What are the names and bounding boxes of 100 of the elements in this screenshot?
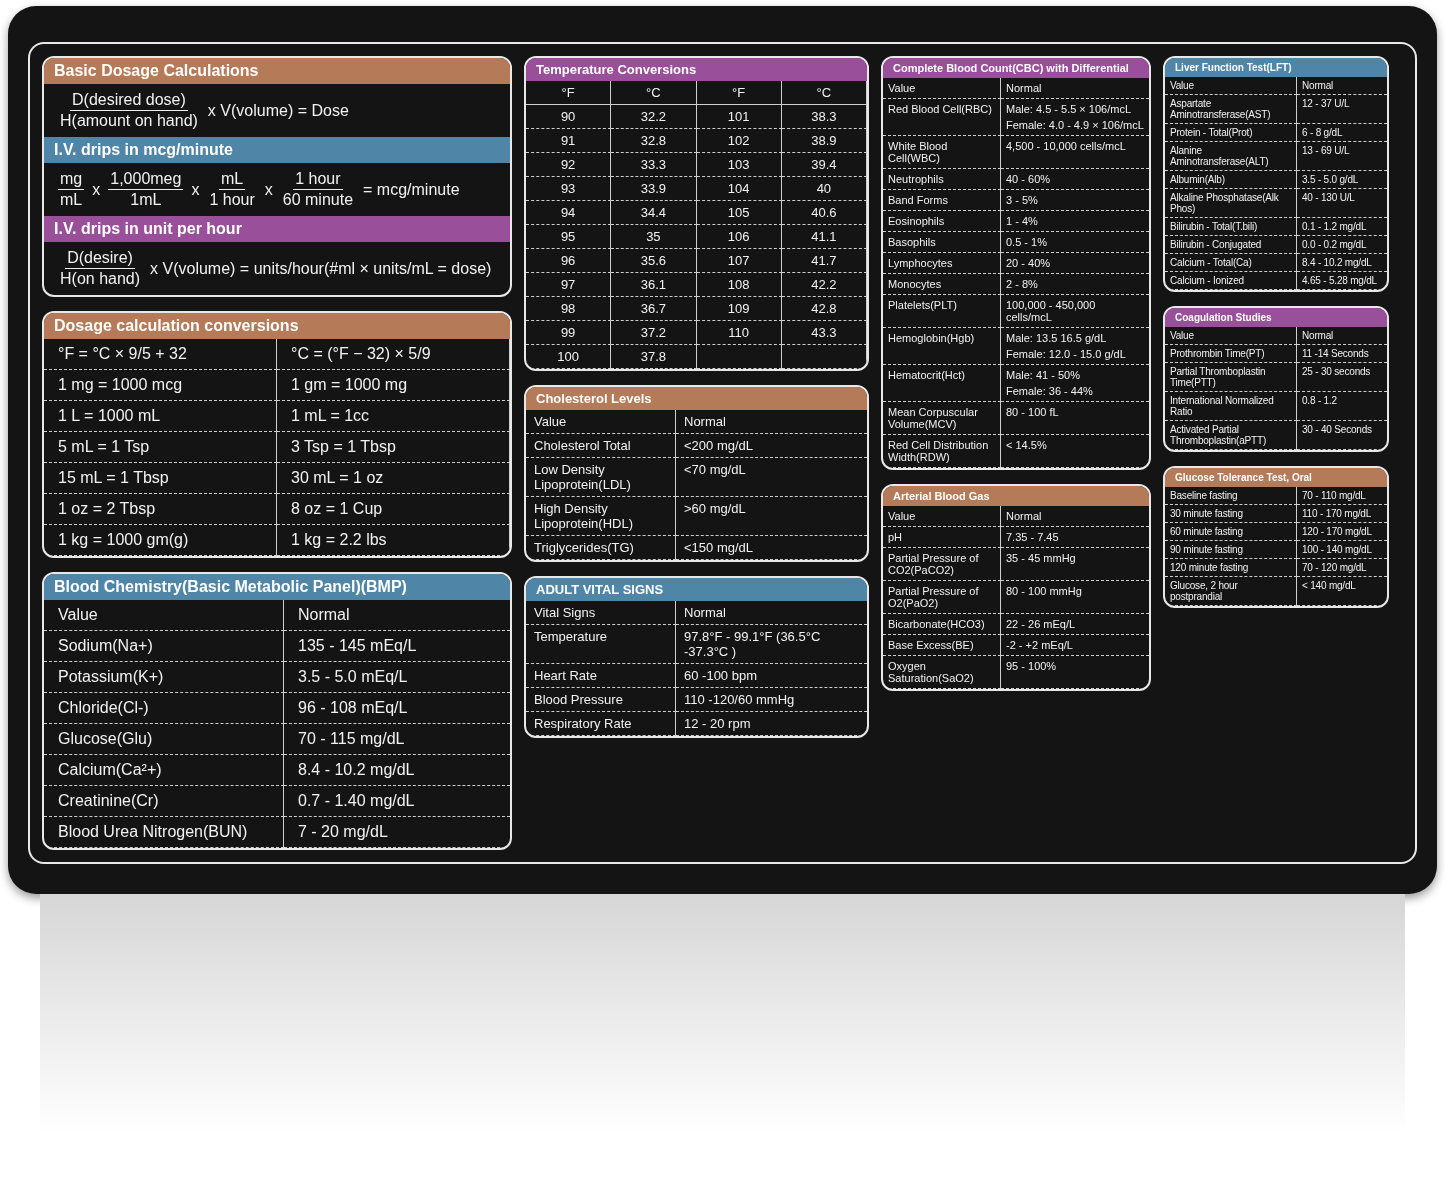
table-cell: 30 mL = 1 oz bbox=[277, 463, 510, 494]
table-cell-text: -2 - +2 mEq/L bbox=[1006, 639, 1074, 651]
table-cell-text: 20 - 40% bbox=[1006, 257, 1052, 269]
table-cell: Creatinine(Cr) bbox=[44, 786, 284, 817]
table-cell: 105 bbox=[696, 201, 782, 225]
numerator: 1,000meg bbox=[108, 169, 184, 190]
table-cell: 37.8 bbox=[611, 345, 697, 369]
table-cell: °F = °C × 9/5 + 32 bbox=[44, 339, 277, 370]
table-cell-text: 25 - 30 seconds bbox=[1302, 366, 1372, 377]
table-cell: 98 bbox=[526, 297, 612, 321]
table-cell: 43.3 bbox=[781, 321, 867, 345]
table-cell: 33.9 bbox=[611, 177, 697, 201]
table-cell: Prothrombin Time(PT) bbox=[1165, 345, 1297, 363]
table-cell-text: 22 - 26 mEq/L bbox=[1006, 618, 1077, 630]
table-cell: 108 bbox=[696, 273, 782, 297]
table-cell: 90 bbox=[526, 105, 612, 129]
table-cell-text: 8.4 - 10.2 mg/dL bbox=[298, 761, 416, 779]
table-cell: Albumin(Alb) bbox=[1165, 171, 1297, 189]
table-cell: 106 bbox=[696, 225, 782, 249]
table-cell: Partial Thromboplastin Time(PTT) bbox=[1165, 363, 1297, 392]
table-cell: 97 bbox=[526, 273, 612, 297]
column-header: Normal bbox=[1297, 327, 1387, 345]
column-header: °C bbox=[781, 81, 867, 105]
table-cell-text: 80 - 100 fL bbox=[1006, 406, 1060, 418]
table-cell: 1 L = 1000 mL bbox=[44, 401, 277, 432]
table-cell: 104 bbox=[696, 177, 782, 201]
table-cell-text: >60 mg/dL bbox=[684, 501, 747, 516]
column-header: Normal bbox=[676, 601, 867, 625]
column-header: Normal bbox=[1297, 77, 1387, 95]
table-cell: 103 bbox=[696, 153, 782, 177]
table-cell-text: 12 - 20 rpm bbox=[684, 716, 752, 731]
table-cell-text: Female: 12.0 - 15.0 g/dL bbox=[1006, 348, 1127, 360]
panel-title: I.V. drips in mcg/minute bbox=[44, 137, 510, 163]
table-cell-text: 0.0 - 0.2 mg/dL bbox=[1302, 239, 1368, 250]
table-cell-text: 110 -120/60 mmHg bbox=[684, 692, 796, 707]
table-cell: Aspartate Aminotransferase(AST) bbox=[1165, 95, 1297, 124]
table-cell-text: 120 - 170 mg/dL bbox=[1302, 526, 1373, 537]
table-cell: Hematocrit(Hct) bbox=[883, 365, 1001, 402]
column-header: Value bbox=[44, 600, 284, 631]
table-cell: Oxygen Saturation(SaO2) bbox=[883, 656, 1001, 689]
table-cell: Mean Corpuscular Volume(MCV) bbox=[883, 402, 1001, 435]
table-cell: Protein - Total(Prot) bbox=[1165, 124, 1297, 142]
table-cell: 60 minute fasting bbox=[1165, 523, 1297, 541]
column-header: Value bbox=[1165, 77, 1297, 95]
table-cell-text: 7 - 20 mg/dL bbox=[298, 823, 389, 841]
table-cell: 102 bbox=[696, 129, 782, 153]
table-cell-text: 3 - 5% bbox=[1006, 194, 1039, 206]
formula-text: x V(volume) = units/hour(#ml × units/mL = dose) bbox=[150, 259, 492, 278]
table-cell: High Density Lipoprotein(HDL) bbox=[526, 497, 676, 536]
formula-text: x bbox=[92, 180, 101, 199]
table-cell-text: <200 mg/dL bbox=[684, 438, 755, 453]
table-cell: 120 minute fasting bbox=[1165, 559, 1297, 577]
table-cell-text: 2 - 8% bbox=[1006, 278, 1039, 290]
table-cell: 1 oz = 2 Tbsp bbox=[44, 494, 277, 525]
table-cell-text: 80 - 100 mmHg bbox=[1006, 585, 1083, 597]
column-header: °F bbox=[526, 81, 612, 105]
table-cell: 40 bbox=[781, 177, 867, 201]
denominator: 1 hour bbox=[208, 190, 256, 210]
table-cell-text: Female: 36 - 44% bbox=[1006, 385, 1094, 397]
table-cell: 1 mL = 1cc bbox=[277, 401, 510, 432]
table-cell: Respiratory Rate bbox=[526, 712, 676, 736]
formula-text: x bbox=[191, 180, 200, 199]
table-cell: Glucose, 2 hour postprandial bbox=[1165, 577, 1297, 606]
table-cell-text: 11 -14 Seconds bbox=[1302, 348, 1370, 359]
table-cell-text: 135 - 145 mEq/L bbox=[298, 637, 418, 655]
column-header: Value bbox=[526, 410, 676, 434]
table-cell: pH bbox=[883, 527, 1001, 548]
denominator: H(on hand) bbox=[59, 269, 142, 289]
table-cell: Heart Rate bbox=[526, 664, 676, 688]
table-cell: Calcium - Total(Ca) bbox=[1165, 254, 1297, 272]
table-cell: Cholesterol Total bbox=[526, 434, 676, 458]
table-cell-text: Male: 41 - 50% bbox=[1006, 369, 1081, 381]
table-cell: 33.3 bbox=[611, 153, 697, 177]
table-cell-text: 0.5 - 1% bbox=[1006, 236, 1048, 248]
column-header: Vital Signs bbox=[526, 601, 676, 625]
table-cell: Red Blood Cell(RBC) bbox=[883, 99, 1001, 136]
table-cell: 96 bbox=[526, 249, 612, 273]
table-cell: 100 bbox=[526, 345, 612, 369]
table-cell: 99 bbox=[526, 321, 612, 345]
table-cell: 41.7 bbox=[781, 249, 867, 273]
column-header: Value bbox=[1165, 327, 1297, 345]
table-cell: Blood Urea Nitrogen(BUN) bbox=[44, 817, 284, 848]
panel-title: Arterial Blood Gas bbox=[883, 486, 1149, 506]
table-cell: 39.4 bbox=[781, 153, 867, 177]
table-cell: 36.7 bbox=[611, 297, 697, 321]
table-cell-text: 0.1 - 1.2 mg/dL bbox=[1302, 221, 1368, 232]
column-header: °F bbox=[696, 81, 782, 105]
table-cell: °C = (°F − 32) × 5/9 bbox=[277, 339, 510, 370]
table-cell: 32.8 bbox=[611, 129, 697, 153]
table-cell: Chloride(Cl-) bbox=[44, 693, 284, 724]
table-cell: 94 bbox=[526, 201, 612, 225]
table-cell-text: 70 - 115 mg/dL bbox=[298, 730, 406, 748]
denominator: 60 minute bbox=[281, 190, 355, 210]
formula-text: x bbox=[264, 180, 273, 199]
table-cell-text: < 14.5% bbox=[1006, 439, 1048, 451]
table-cell: Lymphocytes bbox=[883, 253, 1001, 274]
panel-title: Glucose Tolerance Test, Oral bbox=[1165, 468, 1387, 487]
column-header: Normal bbox=[676, 410, 867, 434]
formula-text: = mcg/minute bbox=[363, 180, 460, 199]
table-cell-text: 3.5 - 5.0 mEq/L bbox=[298, 668, 409, 686]
